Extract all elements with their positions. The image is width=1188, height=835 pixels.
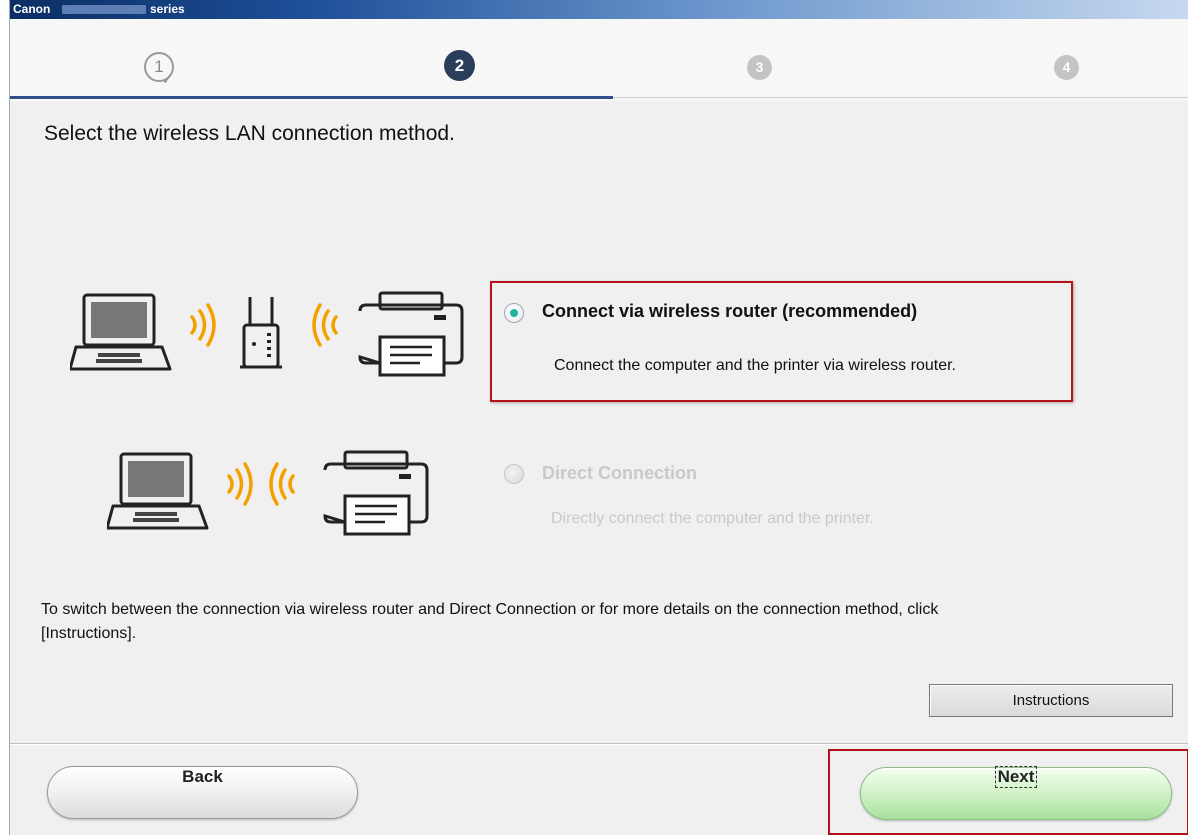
check-icon: ✓	[162, 72, 173, 87]
installer-window: Canon series 1 ✓ 2 3 4 Select the wirele…	[9, 0, 1188, 835]
option-router-title[interactable]: Connect via wireless router (recommended…	[542, 301, 917, 322]
title-model-redacted	[62, 5, 146, 14]
laptop-icon	[70, 293, 172, 371]
wifi-waves-icon	[312, 303, 338, 347]
title-bar: Canon series	[10, 0, 1188, 19]
step-4-pending: 4	[1054, 55, 1079, 80]
page-heading: Select the wireless LAN connection metho…	[44, 122, 455, 145]
option-direct-description: Directly connect the computer and the pr…	[551, 510, 874, 527]
step-indicator: 1 ✓ 2 3 4	[10, 19, 1188, 101]
wifi-waves-icon	[227, 462, 253, 506]
option-router-highlight	[490, 281, 1073, 402]
back-button[interactable]: Back	[47, 766, 358, 819]
next-button[interactable]: Next	[860, 766, 1172, 820]
illustration-direct-connection	[107, 450, 429, 536]
instructions-note: To switch between the connection via wir…	[41, 598, 1188, 646]
router-icon	[240, 297, 282, 369]
wifi-waves-icon	[190, 303, 216, 347]
instructions-button[interactable]: Instructions	[929, 684, 1173, 717]
printer-icon	[358, 291, 464, 377]
note-line-2: [Instructions].	[41, 625, 137, 642]
option-direct-title[interactable]: Direct Connection	[542, 463, 697, 484]
note-line-1: To switch between the connection via wir…	[41, 601, 939, 618]
option-router-description: Connect the computer and the printer via…	[554, 357, 956, 374]
title-series: series	[150, 2, 185, 16]
radio-wireless-router[interactable]	[504, 303, 524, 323]
radio-direct-connection[interactable]	[504, 464, 524, 484]
step-3-pending: 3	[747, 55, 772, 80]
title-brand: Canon	[13, 2, 51, 16]
step-2-active: 2	[444, 50, 475, 81]
printer-icon	[323, 450, 429, 536]
illustration-router-connection	[70, 291, 464, 377]
step-progress-bar	[10, 96, 613, 99]
wifi-waves-icon	[269, 462, 295, 506]
laptop-icon	[107, 452, 209, 530]
footer-divider-highlight	[10, 744, 1188, 745]
next-button-label: Next	[994, 766, 1038, 789]
